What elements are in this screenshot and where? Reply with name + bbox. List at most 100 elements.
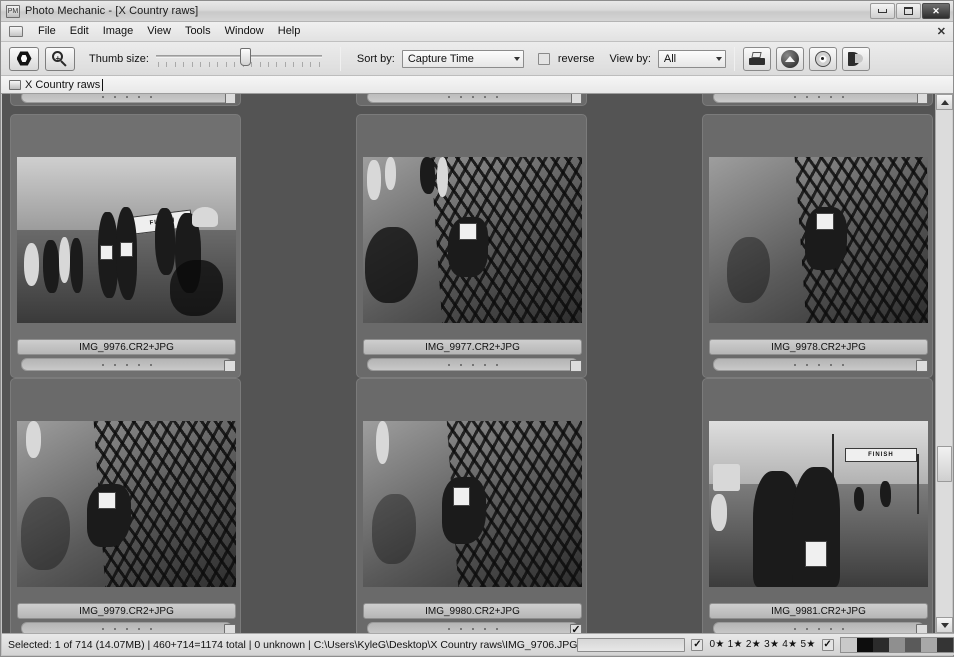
- vertical-scrollbar[interactable]: [935, 94, 953, 633]
- title-bar: PM Photo Mechanic - [X Country raws] ✕: [1, 1, 953, 22]
- thumbnail-image[interactable]: [363, 421, 582, 587]
- chevron-down-icon: [513, 56, 520, 61]
- clipped-cell-2[interactable]: [356, 94, 587, 106]
- thumbnail-cell[interactable]: IMG_9978.CR2+JPG: [702, 114, 933, 378]
- thumbnail-filename: IMG_9979.CR2+JPG: [17, 603, 236, 619]
- slider-ticks: [157, 61, 320, 68]
- swatch-3[interactable]: [888, 637, 905, 652]
- upload-icon: [780, 49, 799, 68]
- sort-by-extra-arrow[interactable]: [524, 50, 538, 68]
- thumbnail-image[interactable]: FINISH: [17, 157, 236, 323]
- rating-strip[interactable]: [367, 358, 578, 371]
- menu-bar: File Edit Image View Tools Window Help ✕: [1, 22, 953, 42]
- rating-strip[interactable]: [713, 94, 924, 103]
- thumb-size-slider[interactable]: [155, 47, 322, 71]
- rating-strip[interactable]: [367, 622, 578, 633]
- scroll-thumb[interactable]: [937, 446, 952, 482]
- contact-sheet-button[interactable]: [9, 46, 39, 71]
- rating-strip[interactable]: [713, 622, 924, 633]
- scroll-down-button[interactable]: [936, 617, 953, 633]
- status-bar-right: 0★ 1★ 2★ 3★ 4★ 5★: [577, 636, 954, 654]
- swatch-1[interactable]: [856, 637, 873, 652]
- swatch-5[interactable]: [920, 637, 937, 652]
- folder-icon: [9, 26, 23, 37]
- filter-checkbox-1[interactable]: [691, 638, 704, 651]
- menu-item-window[interactable]: Window: [218, 23, 271, 40]
- thumbnail-cell[interactable]: FINISH IMG_9976.: [10, 114, 241, 378]
- contact-sheet[interactable]: FINISH IMG_9976.: [2, 94, 937, 633]
- select-checkbox[interactable]: [916, 360, 928, 372]
- disc-button[interactable]: [808, 46, 837, 71]
- thumbnail-cell[interactable]: IMG_9980.CR2+JPG: [356, 378, 587, 633]
- triangle-down-icon: [940, 622, 949, 628]
- scroll-up-button[interactable]: [936, 94, 953, 110]
- magnifier-icon: +: [52, 50, 68, 67]
- select-checkbox[interactable]: [224, 360, 236, 372]
- thumbnail-filename: IMG_9978.CR2+JPG: [709, 339, 928, 355]
- thumbnail-cell[interactable]: FINISH IMG_9981.CR2+JPG: [702, 378, 933, 633]
- clipped-cell-1[interactable]: [10, 94, 241, 106]
- maximize-icon: [904, 7, 913, 15]
- filter-checkbox-2[interactable]: [821, 638, 834, 651]
- sort-by-select[interactable]: Capture Time: [401, 49, 524, 68]
- menu-item-edit[interactable]: Edit: [63, 23, 96, 40]
- select-checkbox[interactable]: [570, 624, 582, 633]
- minimize-button[interactable]: [870, 3, 895, 19]
- toolbar-separator-1: [339, 46, 341, 71]
- toolbar-separator-2: [733, 46, 735, 71]
- rating-strip[interactable]: [21, 94, 232, 103]
- rating-strip[interactable]: [367, 94, 578, 103]
- menu-item-file[interactable]: File: [31, 23, 63, 40]
- thumbnail-cell[interactable]: IMG_9979.CR2+JPG: [10, 378, 241, 633]
- select-checkbox[interactable]: [225, 94, 236, 104]
- slider-track: [155, 54, 322, 58]
- select-checkbox[interactable]: [571, 94, 582, 104]
- swatch-4[interactable]: [904, 637, 921, 652]
- upload-button[interactable]: [775, 46, 804, 71]
- thumbnail-image[interactable]: FINISH: [709, 421, 928, 587]
- document-close-button[interactable]: ✕: [937, 25, 946, 38]
- thumbnail-filename: IMG_9981.CR2+JPG: [709, 603, 928, 619]
- page-icon: [847, 51, 864, 67]
- thumbnail-image[interactable]: [363, 157, 582, 323]
- progress-bar: [577, 637, 686, 652]
- color-class-swatches[interactable]: [839, 636, 954, 653]
- page-button[interactable]: [841, 46, 870, 71]
- clipped-cell-3[interactable]: [702, 94, 933, 106]
- rating-strip[interactable]: [713, 358, 924, 371]
- swatch-6[interactable]: [936, 637, 953, 652]
- app-icon: PM: [6, 4, 20, 18]
- menu-item-tools[interactable]: Tools: [178, 23, 218, 40]
- rating-strip[interactable]: [21, 622, 232, 633]
- print-icon: [748, 52, 766, 65]
- folder-tab-label[interactable]: X Country raws: [25, 79, 100, 91]
- text-caret: [102, 78, 104, 91]
- select-checkbox[interactable]: [570, 360, 582, 372]
- print-button[interactable]: [742, 46, 771, 71]
- thumbnail-filename: IMG_9980.CR2+JPG: [363, 603, 582, 619]
- select-checkbox[interactable]: [916, 624, 928, 633]
- star-rating-filter[interactable]: 0★ 1★ 2★ 3★ 4★ 5★: [709, 639, 815, 650]
- thumbnail-filename: IMG_9977.CR2+JPG: [363, 339, 582, 355]
- view-by-label: View by:: [609, 52, 651, 65]
- close-button[interactable]: ✕: [922, 3, 950, 19]
- view-by-select[interactable]: All: [657, 49, 726, 68]
- thumb-size-label: Thumb size:: [89, 52, 149, 65]
- slider-knob[interactable]: [239, 47, 251, 66]
- thumbnail-image[interactable]: [709, 157, 928, 323]
- swatch-0[interactable]: [840, 637, 857, 652]
- reverse-checkbox[interactable]: [537, 52, 550, 65]
- disc-icon: [814, 50, 831, 67]
- menu-item-view[interactable]: View: [140, 23, 178, 40]
- swatch-2[interactable]: [872, 637, 889, 652]
- maximize-button[interactable]: [896, 3, 921, 19]
- application-window: PM Photo Mechanic - [X Country raws] ✕ F…: [0, 0, 954, 657]
- thumbnail-cell[interactable]: IMG_9977.CR2+JPG: [356, 114, 587, 378]
- select-checkbox[interactable]: [224, 624, 236, 633]
- select-checkbox[interactable]: [917, 94, 928, 104]
- menu-item-help[interactable]: Help: [271, 23, 308, 40]
- menu-item-image[interactable]: Image: [96, 23, 141, 40]
- zoom-button[interactable]: +: [45, 46, 75, 71]
- rating-strip[interactable]: [21, 358, 232, 371]
- thumbnail-image[interactable]: [17, 421, 236, 587]
